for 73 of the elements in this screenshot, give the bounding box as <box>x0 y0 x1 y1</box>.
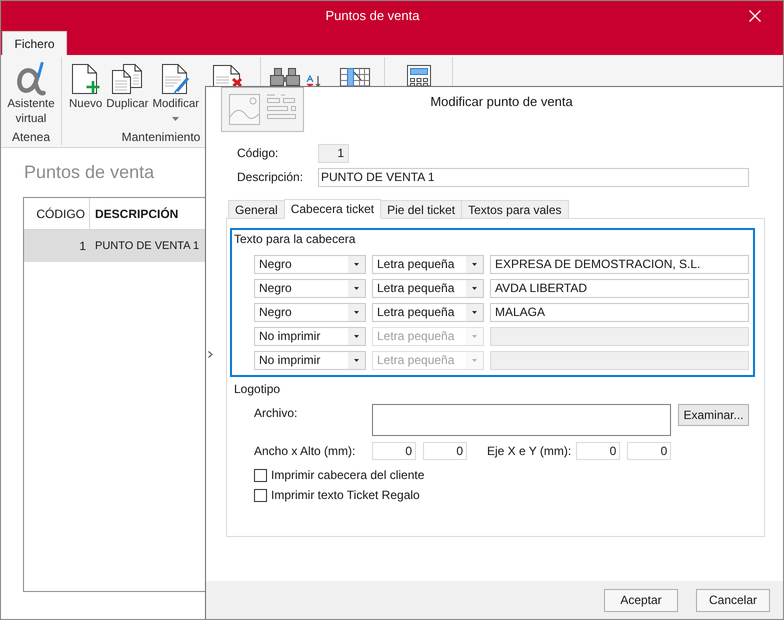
duplicate-button[interactable]: Duplicar <box>106 61 148 112</box>
calculator-button[interactable] <box>406 65 430 86</box>
columns-button[interactable] <box>340 68 370 86</box>
chevron-icon <box>208 351 213 358</box>
caret-icon <box>466 256 483 273</box>
documents-icon <box>112 64 142 94</box>
table-cell-text: 1 <box>78 238 86 255</box>
close-icon[interactable] <box>748 10 760 22</box>
window-title: Puntos de venta <box>326 8 420 24</box>
checkbox[interactable] <box>254 469 267 482</box>
caret-icon <box>348 304 365 321</box>
caret-icon <box>466 304 483 321</box>
table-cell-text: PUNTO DE VENTA 1 <box>95 238 200 254</box>
dropdown: Letra pequeña <box>372 351 484 370</box>
file-field[interactable] <box>372 404 671 436</box>
caret-icon <box>348 256 365 273</box>
field-label: Descripción: <box>237 170 304 184</box>
browse-button[interactable]: Examinar... <box>678 404 749 426</box>
dropdown[interactable]: Negro <box>254 303 366 322</box>
sort-icon <box>306 75 322 86</box>
caret-icon <box>348 328 365 345</box>
field-label: Código: <box>237 146 278 160</box>
number-field[interactable]: 0 <box>372 442 416 460</box>
checkbox[interactable] <box>254 489 267 502</box>
checkbox-label[interactable]: Imprimir texto Ticket Regalo <box>271 488 420 503</box>
page-heading: Puntos de venta <box>24 162 154 182</box>
group-label: Mantenimiento <box>122 130 200 145</box>
dropdown[interactable]: Letra pequeña <box>372 279 484 298</box>
sort-button[interactable] <box>306 75 322 86</box>
dropdown[interactable]: Letra pequeña <box>372 255 484 274</box>
dropdown[interactable]: Negro <box>254 279 366 298</box>
text-field[interactable]: AVDA LIBERTAD <box>490 279 749 298</box>
section-title: Logotipo <box>234 382 280 396</box>
caret-icon <box>466 328 483 345</box>
edit-button[interactable]: Modificar <box>152 61 200 121</box>
document-pencil-icon <box>162 64 190 94</box>
caret-icon <box>466 280 483 297</box>
delete-button[interactable] <box>213 65 244 86</box>
dialog-title: Modificar punto de venta <box>430 94 573 110</box>
checkbox-label[interactable]: Imprimir cabecera del cliente <box>271 468 424 483</box>
caret-icon <box>466 352 483 369</box>
ribbon-tab[interactable]: Fichero <box>2 31 67 55</box>
caret-icon <box>348 352 365 369</box>
tab[interactable]: Cabecera ticket <box>284 199 382 219</box>
search-button[interactable] <box>270 68 300 86</box>
number-field[interactable]: 0 <box>423 442 467 460</box>
caret-icon <box>348 280 365 297</box>
field-label: Archivo: <box>254 406 298 420</box>
assistant-button[interactable]: Asistente virtual <box>3 61 59 127</box>
readonly-field: 1 <box>318 144 349 163</box>
new-button[interactable]: Nuevo <box>69 61 102 112</box>
column-header[interactable]: DESCRIPCIÓN <box>95 204 178 222</box>
cancel-button[interactable]: Cancelar <box>696 588 770 612</box>
text-field[interactable]: MALAGA <box>490 303 749 322</box>
column-header[interactable]: CÓDIGO <box>24 198 90 229</box>
dropdown[interactable]: Letra pequeña <box>372 303 484 322</box>
field-label: Ancho x Alto (mm): <box>254 444 356 458</box>
tab[interactable]: Textos para vales <box>461 200 569 218</box>
dropdown: Letra pequeña <box>372 327 484 346</box>
table-row[interactable]: 1 PUNTO DE VENTA 1 <box>24 230 205 262</box>
group-title: Texto para la cabecera <box>234 232 356 246</box>
group-label: Atenea <box>12 130 50 145</box>
tab[interactable]: Pie del ticket <box>380 200 462 218</box>
alpha-icon <box>16 61 46 97</box>
number-field[interactable]: 0 <box>627 442 672 460</box>
text-field[interactable]: PUNTO DE VENTA 1 <box>318 168 749 187</box>
field-label: Eje X e Y (mm): <box>487 444 572 458</box>
dropdown[interactable]: Negro <box>254 255 366 274</box>
document-plus-icon <box>72 64 100 94</box>
accept-button[interactable]: Aceptar <box>604 588 678 612</box>
tab[interactable]: General <box>228 200 285 218</box>
number-field[interactable]: 0 <box>576 442 620 460</box>
text-field[interactable]: EXPRESA DE DEMOSTRACION, S.L. <box>490 255 749 274</box>
